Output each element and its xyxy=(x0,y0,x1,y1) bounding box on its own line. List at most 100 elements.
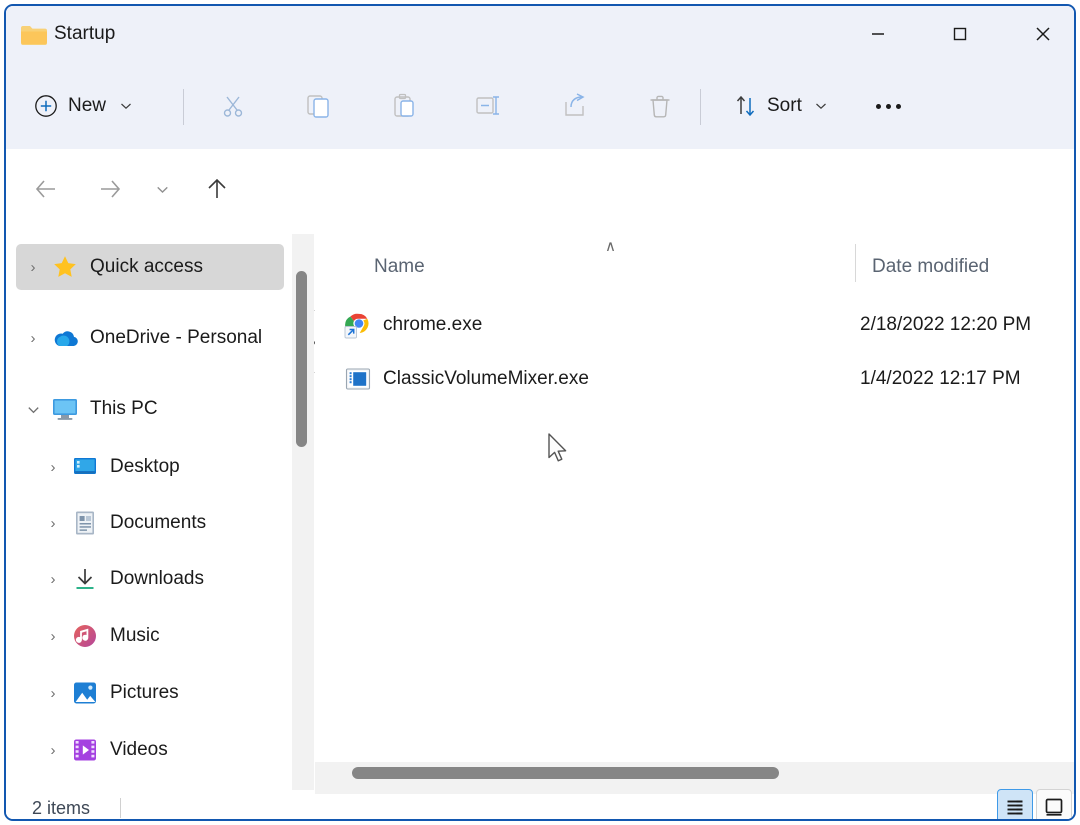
file-list-pane: ∧ Name Date modified chrome.exe 2/18/202… xyxy=(315,234,1074,762)
sort-button-label: Sort xyxy=(767,95,802,116)
see-more-button[interactable] xyxy=(866,84,910,128)
share-button[interactable] xyxy=(553,84,597,128)
chevron-down-icon[interactable] xyxy=(16,402,50,417)
maximize-button[interactable] xyxy=(929,6,991,62)
chevron-down-icon xyxy=(121,103,131,110)
sidebar-item-downloads[interactable]: › Downloads xyxy=(36,556,292,602)
item-count-label: 2 items xyxy=(32,798,91,818)
table-row[interactable]: ClassicVolumeMixer.exe 1/4/2022 12:17 PM xyxy=(315,353,1074,405)
trash-icon xyxy=(650,95,670,118)
large-icons-view-button[interactable] xyxy=(1036,789,1072,819)
title-bar: Startup xyxy=(6,6,1074,62)
sidebar-item-desktop[interactable]: › Desktop xyxy=(36,444,292,490)
videos-icon xyxy=(70,737,100,763)
cloud-icon xyxy=(50,327,80,349)
chevron-right-icon[interactable]: › xyxy=(36,628,70,645)
plus-circle-icon xyxy=(35,95,57,117)
sidebar-item-label: This PC xyxy=(90,398,158,419)
column-header-date-modified[interactable]: Date modified xyxy=(872,255,989,279)
sidebar-scrollbar-thumb[interactable] xyxy=(296,271,307,447)
sort-arrows-icon xyxy=(736,95,755,117)
forward-button[interactable] xyxy=(88,167,132,211)
toolbar-divider-1 xyxy=(183,89,184,125)
chevron-right-icon[interactable]: › xyxy=(36,742,70,759)
sidebar-item-label: Desktop xyxy=(110,456,180,477)
sort-ascending-icon: ∧ xyxy=(605,238,616,255)
column-headers: ∧ Name Date modified xyxy=(315,234,1074,289)
app-window-icon xyxy=(345,368,371,390)
toolbar-divider-2 xyxy=(700,89,701,125)
sidebar-item-this-pc[interactable]: This PC xyxy=(16,386,284,432)
sidebar-item-label: Documents xyxy=(110,512,207,533)
sidebar-item-quick-access[interactable]: › Quick access xyxy=(16,244,284,290)
chevron-right-icon[interactable]: › xyxy=(36,685,70,702)
rename-icon xyxy=(476,96,499,115)
music-icon xyxy=(70,623,100,649)
window-title: Startup xyxy=(54,23,116,44)
arrow-left-icon xyxy=(35,180,55,198)
file-date-modified: 2/18/2022 12:20 PM xyxy=(860,314,1032,335)
maximize-icon xyxy=(953,27,967,41)
navigation-bar: « Pr... › Startup Search Startup xyxy=(6,149,1074,373)
column-header-name[interactable]: Name xyxy=(374,255,425,279)
close-button[interactable] xyxy=(1012,6,1074,62)
sidebar-item-onedrive[interactable]: › OneDrive - Personal xyxy=(16,315,284,361)
sidebar-item-label: Music xyxy=(110,625,160,646)
chevron-down-icon xyxy=(815,103,826,110)
minimize-button[interactable] xyxy=(847,6,909,62)
close-icon xyxy=(1036,27,1050,41)
column-divider[interactable] xyxy=(855,244,856,282)
recent-locations-button[interactable] xyxy=(143,167,181,211)
file-name: ClassicVolumeMixer.exe xyxy=(383,368,589,389)
status-divider xyxy=(120,798,121,818)
details-view-button[interactable] xyxy=(997,789,1033,819)
sidebar-item-videos[interactable]: › Videos xyxy=(36,727,292,773)
arrow-right-icon xyxy=(101,180,121,198)
back-button[interactable] xyxy=(24,167,68,211)
chevron-right-icon[interactable]: › xyxy=(16,259,50,276)
new-button[interactable]: New xyxy=(24,84,144,128)
sidebar-item-label: OneDrive - Personal xyxy=(90,327,263,348)
large-icon-square xyxy=(1045,798,1063,816)
desktop-icon xyxy=(70,455,100,479)
monitor-icon xyxy=(50,397,80,421)
chevron-right-icon[interactable]: › xyxy=(36,571,70,588)
chevron-right-icon[interactable]: › xyxy=(36,459,70,476)
sidebar-item-label: Downloads xyxy=(110,568,204,589)
documents-icon xyxy=(70,510,100,536)
list-lines-icon xyxy=(1007,800,1023,815)
chrome-shortcut-icon xyxy=(344,313,369,339)
status-bar: 2 items xyxy=(6,789,1074,819)
new-button-label: New xyxy=(68,95,107,116)
rename-button[interactable] xyxy=(467,84,511,128)
up-button[interactable] xyxy=(195,167,239,211)
share-icon xyxy=(565,93,585,116)
sidebar-item-music[interactable]: › Music xyxy=(36,613,292,659)
download-icon xyxy=(70,566,100,592)
sidebar-item-label: Quick access xyxy=(90,256,203,277)
file-name: chrome.exe xyxy=(383,314,483,335)
sidebar-item-label: Videos xyxy=(110,739,168,760)
sidebar-item-label: Pictures xyxy=(110,682,179,703)
table-row[interactable]: chrome.exe 2/18/2022 12:20 PM xyxy=(315,299,1074,351)
arrow-up-icon xyxy=(208,178,226,198)
file-explorer-window: Startup New Sort › Quick access › OneDri… xyxy=(4,4,1076,821)
clipboard-icon xyxy=(394,93,414,117)
delete-button[interactable] xyxy=(638,84,682,128)
copy-button[interactable] xyxy=(296,84,340,128)
chevron-right-icon[interactable]: › xyxy=(36,515,70,532)
chevron-right-icon[interactable]: › xyxy=(16,330,50,347)
sidebar-item-pictures[interactable]: › Pictures xyxy=(36,670,292,716)
sort-button[interactable]: Sort xyxy=(724,84,838,128)
folder-icon xyxy=(21,26,47,45)
copy-icon xyxy=(307,95,329,118)
pictures-icon xyxy=(70,680,100,706)
horizontal-scrollbar-thumb[interactable] xyxy=(352,767,779,779)
chevron-down-icon xyxy=(156,186,168,193)
command-toolbar: New Sort xyxy=(6,62,1074,149)
cut-button[interactable] xyxy=(211,84,255,128)
scissors-icon xyxy=(223,96,243,117)
star-icon xyxy=(50,254,80,280)
paste-button[interactable] xyxy=(382,84,426,128)
sidebar-item-documents[interactable]: › Documents xyxy=(36,500,292,546)
